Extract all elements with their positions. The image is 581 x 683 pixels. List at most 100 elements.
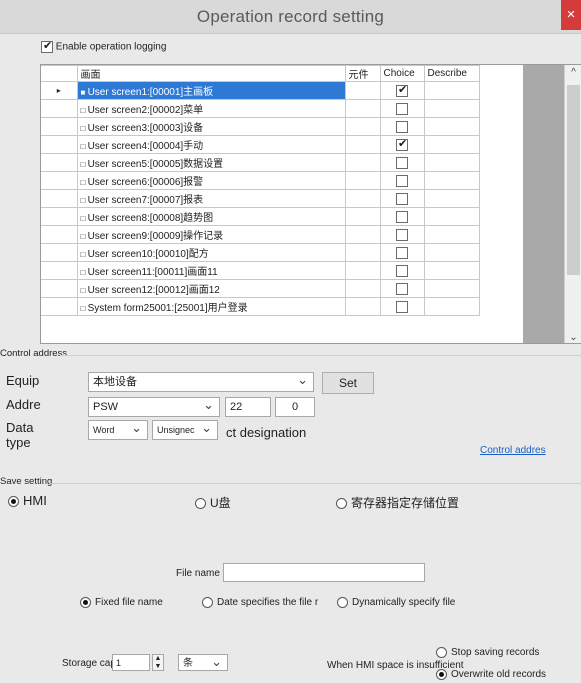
enable-logging-checkbox[interactable]: Enable operation logging [41,39,166,53]
grid-header-element[interactable]: 元件 [344,65,381,82]
radio-register[interactable]: 寄存器指定存储位置 [336,494,459,511]
table-row[interactable]: □ User screen10:[00010]配方 [41,243,480,262]
grid-scrollbar[interactable]: ^ ⌄ [564,65,581,343]
row-screen-name[interactable]: □ System form25001:[25001]用户登录 [76,297,346,316]
row-screen-name[interactable]: □ User screen5:[00005]数据设置 [76,153,346,172]
radio-hmi[interactable]: HMI [8,493,47,508]
set-button[interactable]: Set [322,372,374,394]
radio-fixed-name-dot[interactable] [80,597,91,608]
file-name-input[interactable] [223,563,425,582]
row-choice-cell[interactable] [379,225,425,244]
row-describe-cell[interactable] [423,135,480,154]
row-choice-cell[interactable] [379,135,425,154]
scroll-up-icon[interactable]: ^ [565,67,581,78]
table-row[interactable]: □ User screen11:[00011]画面11 [41,261,480,280]
grid-header-describe[interactable]: Describe [423,65,480,82]
addre-offset-input[interactable]: 0 [275,397,315,417]
table-row[interactable]: □ User screen3:[00003]设备 [41,117,480,136]
table-row[interactable]: □ User screen6:[00006]报警 [41,171,480,190]
radio-udisk[interactable]: U盘 [195,494,231,511]
row-screen-name[interactable]: □ User screen6:[00006]报警 [76,171,346,190]
row-choice-cell[interactable] [379,171,425,190]
row-element-cell[interactable] [344,261,381,280]
radio-hmi-dot[interactable] [8,496,19,508]
radio-date-name[interactable]: Date specifies the file r [202,597,338,608]
storage-unit-select[interactable]: 条 [178,654,228,671]
row-choice-checkbox[interactable] [396,210,408,223]
control-address-link[interactable]: Control addres [480,445,546,456]
row-element-cell[interactable] [344,99,381,118]
row-element-cell[interactable] [344,135,381,154]
row-describe-cell[interactable] [423,207,480,226]
table-row[interactable]: □ User screen5:[00005]数据设置 [41,153,480,172]
row-choice-checkbox[interactable] [396,174,408,187]
row-choice-checkbox[interactable] [396,282,408,295]
radio-overwrite-records[interactable]: Overwrite old records [436,669,546,680]
table-row[interactable]: □ User screen2:[00002]菜单 [41,99,480,118]
data-sign-select[interactable]: Unsignec [152,420,218,440]
row-choice-checkbox[interactable] [396,246,408,259]
scroll-thumb[interactable] [567,85,580,275]
row-choice-checkbox[interactable] [396,300,408,313]
row-choice-cell[interactable] [379,297,425,316]
addre-number-input[interactable]: 22 [225,397,271,417]
radio-date-name-dot[interactable] [202,597,213,608]
row-screen-name[interactable]: □ User screen11:[00011]画面11 [76,261,346,280]
row-choice-checkbox[interactable] [396,156,408,169]
row-describe-cell[interactable] [423,189,480,208]
data-type-select[interactable]: Word [88,420,148,440]
row-screen-name[interactable]: □ User screen2:[00002]菜单 [76,99,346,118]
radio-dynamic-name-dot[interactable] [337,597,348,608]
table-row[interactable]: □ User screen12:[00012]画面12 [41,279,480,298]
row-describe-cell[interactable] [423,225,480,244]
row-describe-cell[interactable] [423,243,480,262]
row-choice-checkbox[interactable] [396,137,408,151]
row-describe-cell[interactable] [423,81,480,100]
table-row[interactable]: □ User screen9:[00009]操作记录 [41,225,480,244]
radio-register-dot[interactable] [336,498,347,510]
row-choice-checkbox[interactable] [396,264,408,277]
row-element-cell[interactable] [344,189,381,208]
row-choice-cell[interactable] [379,153,425,172]
row-screen-name[interactable]: □ User screen9:[00009]操作记录 [76,225,346,244]
row-describe-cell[interactable] [423,171,480,190]
row-screen-name[interactable]: □ User screen4:[00004]手动 [76,135,346,154]
row-choice-cell[interactable] [379,81,425,100]
table-row[interactable]: □ System form25001:[25001]用户登录 [41,297,480,316]
row-element-cell[interactable] [344,243,381,262]
row-choice-cell[interactable] [379,99,425,118]
row-element-cell[interactable] [344,297,381,316]
equip-select[interactable]: 本地设备 [88,372,314,392]
storage-capacity-input[interactable]: 1 [112,654,150,671]
row-element-cell[interactable] [344,225,381,244]
table-row[interactable]: □ User screen7:[00007]报表 [41,189,480,208]
radio-stop-records[interactable]: Stop saving records [436,647,539,658]
addre-select[interactable]: PSW [88,397,220,417]
radio-fixed-name[interactable]: Fixed file name [80,597,163,608]
row-element-cell[interactable] [344,117,381,136]
row-screen-name[interactable]: □ User screen8:[00008]趋势图 [76,207,346,226]
row-choice-cell[interactable] [379,189,425,208]
row-choice-cell[interactable] [379,243,425,262]
radio-dynamic-name[interactable]: Dynamically specify file [337,597,455,608]
row-describe-cell[interactable] [423,117,480,136]
row-screen-name[interactable]: □ User screen7:[00007]报表 [76,189,346,208]
radio-overwrite-records-dot[interactable] [436,669,447,680]
row-choice-checkbox[interactable] [396,102,408,115]
row-screen-name[interactable]: □ User screen10:[00010]配方 [76,243,346,262]
row-describe-cell[interactable] [423,99,480,118]
row-describe-cell[interactable] [423,297,480,316]
row-element-cell[interactable] [344,171,381,190]
row-describe-cell[interactable] [423,153,480,172]
row-element-cell[interactable] [344,81,381,100]
row-choice-checkbox[interactable] [396,83,408,97]
row-screen-name[interactable]: □ User screen3:[00003]设备 [76,117,346,136]
row-choice-checkbox[interactable] [396,120,408,133]
row-choice-checkbox[interactable] [396,192,408,205]
row-choice-cell[interactable] [379,207,425,226]
row-element-cell[interactable] [344,279,381,298]
row-screen-name[interactable]: □ User screen12:[00012]画面12 [76,279,346,298]
table-row[interactable]: ▸ ■ User screen1:[00001]主画板 [41,81,480,100]
table-row[interactable]: □ User screen8:[00008]趋势图 [41,207,480,226]
row-choice-cell[interactable] [379,117,425,136]
